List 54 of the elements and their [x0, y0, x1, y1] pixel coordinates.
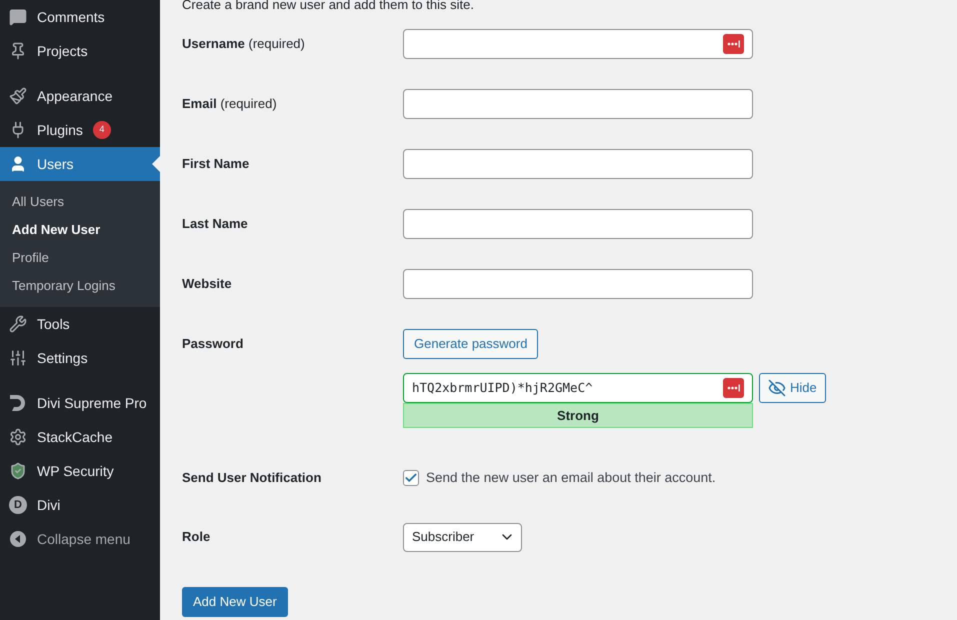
sidebar-item[interactable]: WP Security: [0, 454, 160, 488]
checkbox-label: Send the new user an email about their account.: [426, 468, 716, 487]
field-label: Email (required): [182, 95, 278, 114]
strength-meter: Strong: [403, 403, 753, 428]
eye-slash-icon: [768, 379, 786, 397]
password-manager-icon[interactable]: [723, 34, 744, 54]
role-select[interactable]: Subscriber: [403, 522, 522, 552]
collapse-icon: [9, 530, 27, 548]
sidebar-item[interactable]: StackCache: [0, 420, 160, 454]
input-field[interactable]: [403, 29, 753, 59]
wrench-icon: [9, 315, 27, 333]
submenu-item[interactable]: Profile: [0, 244, 160, 272]
submenu-item[interactable]: Add New User: [0, 216, 160, 244]
sidebar-item[interactable]: Tools: [0, 307, 160, 341]
sidebar-item[interactable]: Appearance: [0, 79, 160, 113]
field-label: First Name: [182, 155, 250, 174]
field-label: Website: [182, 275, 233, 294]
field-label: Username (required): [182, 35, 306, 54]
input-field[interactable]: [403, 209, 753, 239]
field-label: Password: [182, 335, 244, 354]
input-field[interactable]: [403, 89, 753, 119]
paintbrush-icon: [9, 87, 27, 105]
settings-icon: [9, 428, 27, 446]
check-icon: [404, 471, 418, 485]
sliders-icon: [9, 349, 27, 367]
submenu-item[interactable]: Temporary Logins: [0, 272, 160, 300]
field-label: Role: [182, 528, 212, 546]
user-icon: [9, 155, 27, 173]
sidebar-item[interactable]: Collapse menu: [0, 522, 160, 556]
password-manager-icon[interactable]: [723, 378, 744, 398]
pin-icon: [9, 42, 27, 60]
submenu-item[interactable]: All Users: [0, 188, 160, 216]
count-badge: 4: [92, 121, 111, 139]
add-new-user-button[interactable]: Add New User: [182, 587, 288, 617]
sidebar-item[interactable]: D Divi: [0, 488, 160, 522]
field-label: Last Name: [182, 215, 249, 234]
current-pointer-icon: [152, 156, 160, 172]
speech-bubble-icon: [9, 8, 27, 26]
field-label: Send User Notification: [182, 469, 322, 488]
generate-password-button[interactable]: Generate password: [403, 329, 538, 359]
sidebar-item[interactable]: Projects: [0, 34, 160, 68]
input-field[interactable]: [403, 149, 753, 179]
input-field[interactable]: [403, 269, 753, 299]
divi-logo-icon: D: [9, 496, 27, 514]
hide-password-button[interactable]: Hide: [759, 373, 826, 403]
password-field[interactable]: hTQ2xbrmrUIPD)*hjR2GMeC^: [403, 373, 753, 403]
shield-icon: [9, 462, 27, 480]
sidebar-item[interactable]: Settings: [0, 341, 160, 375]
notification-checkbox[interactable]: [403, 470, 419, 486]
sidebar-item[interactable]: Plugins 4: [0, 113, 160, 147]
divi-logo-icon: [8, 393, 28, 413]
sidebar-item[interactable]: Comments: [0, 0, 160, 34]
sidebar-item[interactable]: Users: [0, 147, 160, 181]
sidebar-item[interactable]: Divi Supreme Pro: [0, 386, 160, 420]
